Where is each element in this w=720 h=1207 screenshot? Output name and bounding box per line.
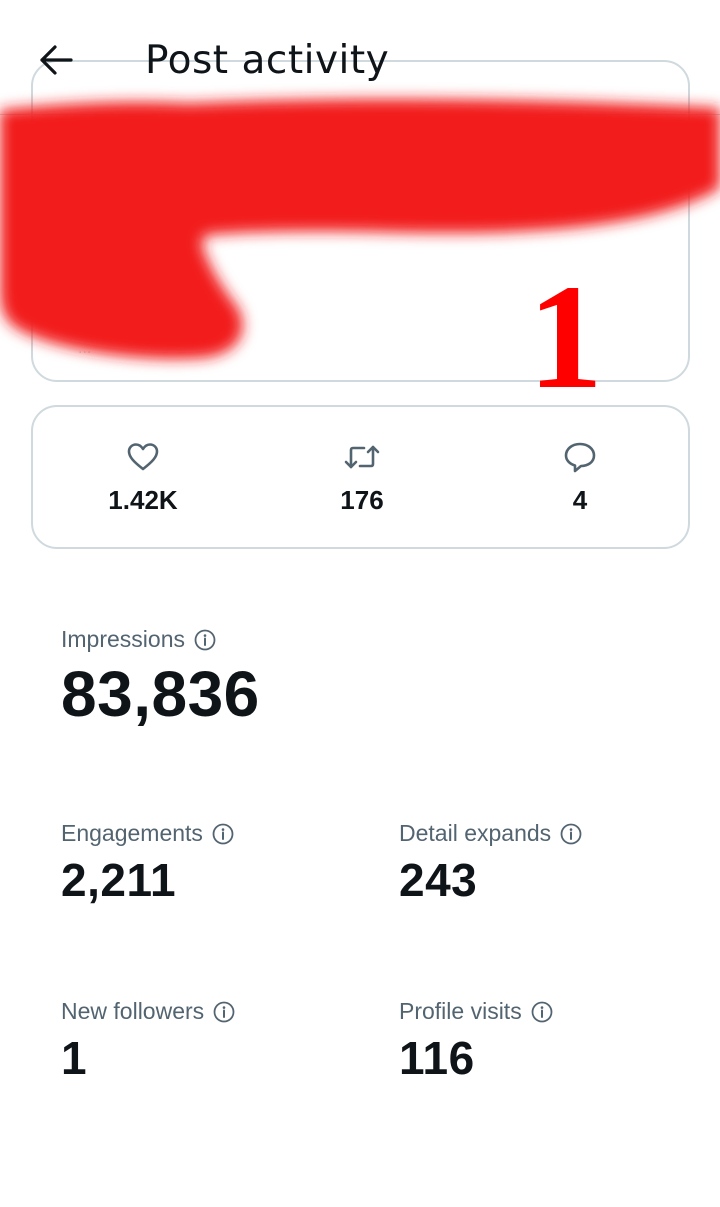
profile-visits-value: 116 (399, 1032, 475, 1084)
engagements-metric: Engagements 2,211 (61, 820, 234, 907)
info-icon[interactable] (560, 823, 582, 845)
arrow-left-icon (40, 45, 73, 75)
page-title: Post activity (145, 38, 390, 83)
profile-visits-label: Profile visits (399, 998, 522, 1024)
detail-expands-label: Detail expands (399, 820, 552, 846)
redaction-number: 1 (528, 254, 603, 420)
impressions-label: Impressions (61, 626, 185, 652)
likes-stat[interactable]: 1.42K (68, 437, 218, 527)
profile-visits-metric: Profile visits 116 (399, 998, 553, 1085)
info-icon[interactable] (213, 1001, 235, 1023)
info-icon[interactable] (531, 1001, 553, 1023)
reply-icon (563, 437, 597, 477)
detail-expands-metric: Detail expands 243 (399, 820, 582, 907)
repost-icon (343, 437, 381, 477)
back-button[interactable] (30, 36, 82, 84)
impressions-value: 83,836 (61, 658, 260, 730)
header: Post activity (0, 0, 720, 115)
info-icon[interactable] (194, 629, 216, 651)
engagement-summary-card: 1.42K 176 4 (31, 405, 690, 549)
impressions-metric: Impressions 83,836 (61, 626, 260, 731)
reposts-count: 176 (340, 485, 384, 515)
header-divider (0, 114, 720, 115)
engagements-label: Engagements (61, 820, 203, 846)
replies-stat[interactable]: 4 (505, 437, 655, 527)
info-icon[interactable] (212, 823, 234, 845)
likes-count: 1.42K (108, 485, 178, 515)
detail-expands-value: 243 (399, 854, 478, 906)
engagements-value: 2,211 (61, 854, 177, 906)
replies-count: 4 (572, 485, 588, 515)
new-followers-value: 1 (61, 1032, 88, 1084)
new-followers-label: New followers (61, 998, 205, 1024)
new-followers-metric: New followers 1 (61, 998, 235, 1085)
post-preview-text: ... (78, 340, 92, 357)
post-activity-screen: ... Post activity 1 1.42K 176 4 Impressi… (0, 0, 720, 1207)
heart-icon (126, 437, 160, 477)
reposts-stat[interactable]: 176 (287, 437, 437, 527)
